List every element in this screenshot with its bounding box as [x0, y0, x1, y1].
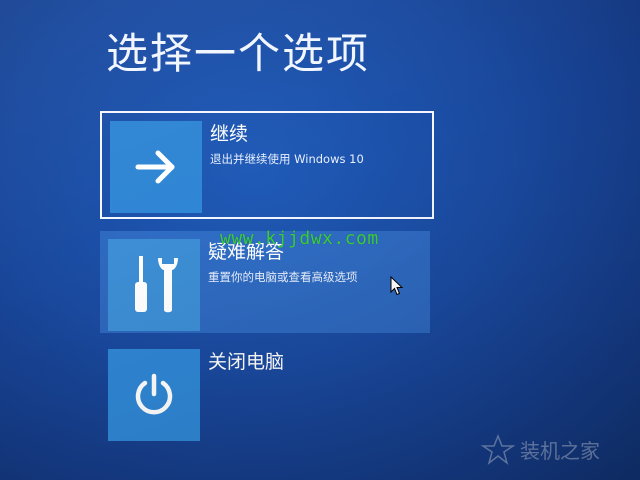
shutdown-title: 关闭电脑 [208, 351, 285, 373]
corner-logo: 装机之家 [480, 433, 600, 465]
recovery-screen: 选择一个选项 继续 退出并继续使用 Windows 10 疑难解答 重置你的电脑… [0, 0, 640, 480]
svg-text:装机之家: 装机之家 [520, 439, 600, 463]
continue-option[interactable]: 继续 退出并继续使用 Windows 10 [100, 111, 434, 219]
arrow-right-icon [135, 150, 175, 184]
troubleshoot-description: 重置你的电脑或查看高级选项 [208, 270, 358, 284]
continue-tile [110, 121, 202, 213]
watermark-text: www.kjjdwx.com [220, 228, 379, 249]
continue-description: 退出并继续使用 Windows 10 [210, 152, 364, 166]
shutdown-option[interactable]: 关闭电脑 [100, 341, 434, 449]
screwdriver-wrench-icon [135, 256, 178, 313]
troubleshoot-tile [108, 239, 200, 331]
page-title: 选择一个选项 [106, 29, 371, 78]
continue-title: 继续 [210, 123, 249, 145]
power-icon [135, 373, 173, 415]
mouse-cursor-icon [390, 276, 404, 296]
shutdown-tile [108, 349, 200, 441]
